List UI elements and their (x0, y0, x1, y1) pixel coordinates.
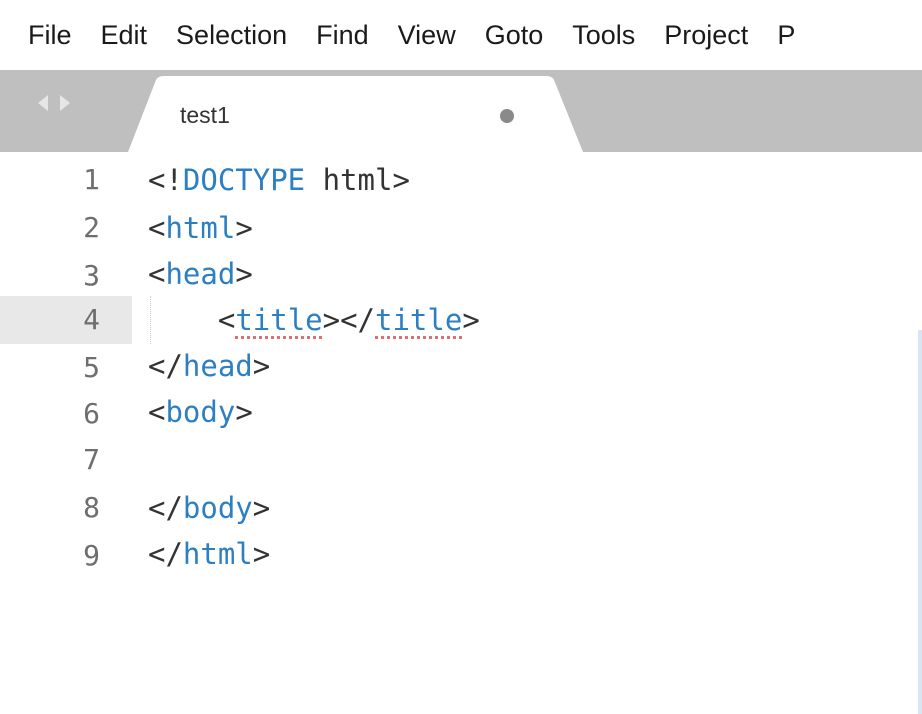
menu-view[interactable]: View (384, 20, 468, 51)
line-gutter: 1 2 3 4 5 6 7 8 9 (0, 152, 132, 714)
menu-edit[interactable]: Edit (87, 20, 160, 51)
menu-preferences-truncated[interactable]: P (763, 20, 807, 51)
menu-selection[interactable]: Selection (162, 20, 299, 51)
menu-bar: File Edit Selection Find View Goto Tools… (0, 0, 922, 70)
line-number: 1 (83, 163, 100, 196)
code-line: <body> (148, 395, 253, 429)
unsaved-dot-icon[interactable] (500, 109, 514, 123)
line-number: 6 (83, 397, 100, 430)
tab-label: test1 (180, 102, 230, 128)
line-number: 2 (83, 211, 100, 244)
code-editor[interactable]: 1 2 3 4 5 6 7 8 9 <!DOCTYPE html> <html>… (0, 152, 922, 714)
tab-prev-arrow-icon[interactable] (36, 94, 50, 112)
menu-find[interactable]: Find (302, 20, 381, 51)
tab-bar: test1 (0, 70, 922, 152)
menu-goto[interactable]: Goto (471, 20, 556, 51)
line-number: 9 (83, 539, 100, 572)
code-line: </html> (148, 537, 271, 571)
code-line: </head> (148, 349, 271, 383)
code-line: <html> (148, 211, 253, 245)
code-line: <!DOCTYPE html> (148, 163, 410, 197)
line-number: 7 (83, 443, 100, 476)
tab-next-arrow-icon[interactable] (58, 94, 72, 112)
code-line: <title></title> (217, 303, 480, 337)
menu-project[interactable]: Project (650, 20, 760, 51)
tab-test1[interactable]: test1 (128, 76, 583, 152)
tab-nav-arrows (36, 94, 72, 112)
line-number: 3 (83, 259, 100, 292)
minimap-edge (918, 330, 922, 714)
line-number: 5 (83, 351, 100, 384)
line-number: 8 (83, 491, 100, 524)
line-number-current: 4 (0, 296, 132, 344)
code-line: </body> (148, 491, 271, 525)
menu-file[interactable]: File (0, 20, 84, 51)
code-line: <head> (148, 257, 253, 291)
menu-tools[interactable]: Tools (558, 20, 647, 51)
editor-window: File Edit Selection Find View Goto Tools… (0, 0, 922, 714)
